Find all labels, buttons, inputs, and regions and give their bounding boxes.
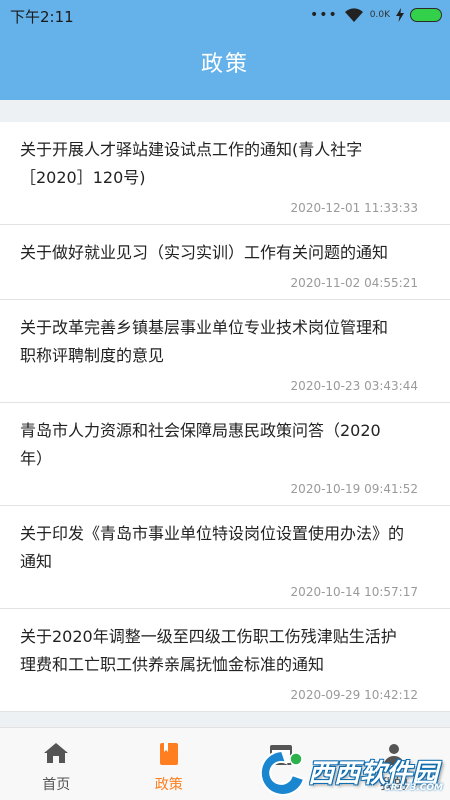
policy-item[interactable]: 关于印发《青岛市事业单位特设岗位设置使用办法》的 通知 2020-10-14 1… <box>0 506 450 609</box>
policy-title: 关于改革完善乡镇基层事业单位专业技术岗位管理和 职称评聘制度的意见 <box>20 318 389 365</box>
battery-icon <box>410 8 442 22</box>
status-bar: 下午2:11 ••• 0.0K <box>0 0 450 30</box>
policy-timestamp: 2020-12-01 11:33:33 <box>290 201 418 215</box>
page-title: 政策 <box>200 52 249 77</box>
policy-title: 关于做好就业见习（实习实训）工作有关问题的通知 <box>20 243 389 262</box>
tab-policy[interactable]: 政策 <box>113 728 226 800</box>
policy-content[interactable]: 关于开展人才驿站建设试点工作的通知(青人社字 ［2020］120号) 2020-… <box>0 100 450 727</box>
book-icon <box>158 742 180 770</box>
policy-timestamp: 2020-09-29 10:42:12 <box>290 688 418 702</box>
policy-item[interactable]: 关于开展人才驿站建设试点工作的通知(青人社字 ［2020］120号) 2020-… <box>0 122 450 225</box>
tab-home-label: 首页 <box>42 777 71 793</box>
network-icon: 0.0K <box>369 10 390 20</box>
home-icon <box>43 742 69 768</box>
status-icons: ••• 0.0K <box>310 5 442 25</box>
more-dots-icon: ••• <box>310 7 338 23</box>
policy-timestamp: 2020-11-02 04:55:21 <box>290 276 418 290</box>
policy-timestamp: 2020-10-19 09:41:52 <box>290 482 418 496</box>
wifi-icon <box>344 7 364 23</box>
page-header: 政策 <box>0 30 450 100</box>
policy-title: 关于印发《青岛市事业单位特设岗位设置使用办法》的 通知 <box>20 524 405 571</box>
policy-item[interactable]: 关于改革完善乡镇基层事业单位专业技术岗位管理和 职称评聘制度的意见 2020-1… <box>0 300 450 403</box>
tab-policy-label: 政策 <box>154 777 183 793</box>
policy-list: 关于开展人才驿站建设试点工作的通知(青人社字 ［2020］120号) 2020-… <box>0 122 450 712</box>
policy-title: 关于开展人才驿站建设试点工作的通知(青人社字 ［2020］120号) <box>20 140 363 187</box>
policy-item[interactable]: 关于2020年调整一级至四级工伤职工伤残津贴生活护 理费和工亡职工供养亲属抚恤金… <box>0 609 450 712</box>
watermark-logo-icon <box>259 749 306 796</box>
tab-home[interactable]: 首页 <box>0 728 113 800</box>
status-time: 下午2:11 <box>10 8 74 26</box>
policy-title: 青岛市人力资源和社会保障局惠民政策问答（2020 年） <box>20 421 381 468</box>
policy-timestamp: 2020-10-14 10:57:17 <box>290 585 418 599</box>
policy-item[interactable]: 关于做好就业见习（实习实训）工作有关问题的通知 2020-11-02 04:55… <box>0 225 450 300</box>
watermark: 西西软件园 CR173.COM <box>252 745 450 800</box>
charging-icon <box>396 8 404 22</box>
watermark-url: CR173.COM <box>384 783 443 793</box>
policy-title: 关于2020年调整一级至四级工伤职工伤残津贴生活护 理费和工亡职工供养亲属抚恤金… <box>20 627 397 674</box>
policy-item[interactable]: 青岛市人力资源和社会保障局惠民政策问答（2020 年） 2020-10-19 0… <box>0 403 450 506</box>
policy-timestamp: 2020-10-23 03:43:44 <box>290 379 418 393</box>
